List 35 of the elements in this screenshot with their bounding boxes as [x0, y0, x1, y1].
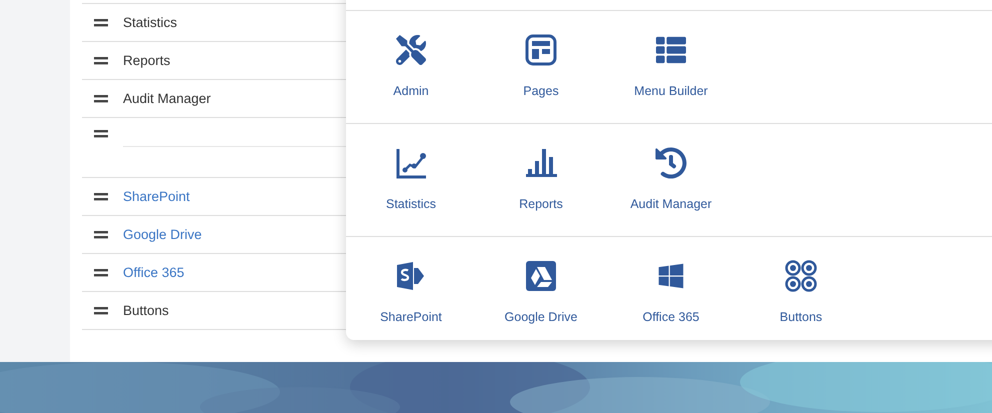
app-link[interactable]: Reports [519, 197, 563, 211]
drive-icon [525, 260, 557, 292]
app-link[interactable]: Statistics [386, 197, 436, 211]
menu-link[interactable]: Google Drive [123, 227, 202, 242]
app-link[interactable]: Menu Builder [634, 84, 708, 98]
line-chart-icon [395, 147, 427, 179]
app-link[interactable]: Admin [393, 84, 429, 98]
drag-handle-icon[interactable] [94, 192, 108, 200]
list-icon [656, 35, 686, 65]
app-link[interactable]: Audit Manager [630, 197, 712, 211]
drag-handle-icon[interactable] [94, 268, 108, 276]
app-link[interactable]: Buttons [780, 310, 822, 324]
drag-handle-icon[interactable] [94, 130, 108, 138]
app-link[interactable]: Pages [523, 84, 559, 98]
menu-item-label: Reports [123, 53, 170, 68]
menu-link[interactable]: SharePoint [123, 189, 190, 204]
tools-icon [396, 35, 426, 65]
drag-handle-icon[interactable] [94, 94, 108, 102]
windows-icon [657, 262, 685, 290]
app-link[interactable]: SharePoint [380, 310, 442, 324]
drag-handle-icon[interactable] [94, 306, 108, 314]
bar-chart-icon [525, 147, 557, 179]
menu-item-label: Buttons [123, 303, 169, 318]
app-link[interactable]: Google Drive [504, 310, 578, 324]
menu-item-label: Audit Manager [123, 91, 211, 106]
drag-handle-icon[interactable] [94, 18, 108, 26]
layout-icon [525, 34, 557, 66]
sharepoint-icon [395, 260, 427, 292]
menu-item-label: Statistics [123, 15, 178, 30]
app-link[interactable]: Office 365 [642, 310, 700, 324]
history-icon [655, 147, 687, 179]
menu-link[interactable]: Office 365 [123, 265, 184, 280]
drag-handle-icon[interactable] [94, 56, 108, 64]
circles-icon [785, 260, 817, 292]
drag-handle-icon[interactable] [94, 230, 108, 238]
